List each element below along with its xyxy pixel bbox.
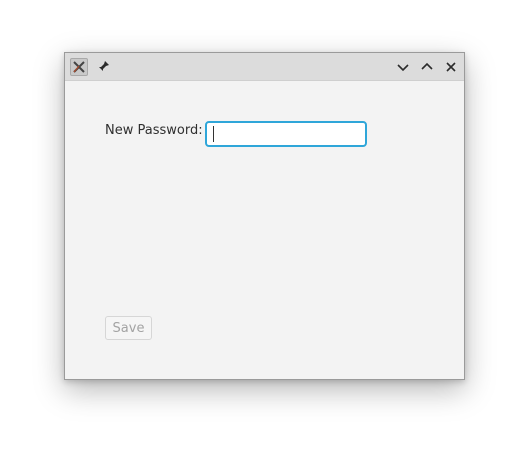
new-password-input[interactable] (205, 121, 367, 147)
maximize-button[interactable] (419, 59, 435, 75)
text-cursor (213, 126, 214, 142)
pin-icon[interactable] (95, 59, 111, 75)
app-x-icon[interactable] (70, 58, 88, 76)
password-dialog-window: New Password: Save (64, 52, 465, 380)
chevron-up-icon (421, 62, 433, 70)
chevron-down-icon (397, 64, 409, 72)
window-titlebar[interactable] (65, 53, 464, 81)
save-button[interactable]: Save (105, 316, 152, 340)
close-button[interactable] (443, 59, 459, 75)
new-password-label: New Password: (105, 123, 203, 138)
close-icon (446, 62, 456, 72)
minimize-button[interactable] (395, 59, 411, 75)
dialog-content: New Password: Save (65, 81, 464, 379)
app-x-glyph (73, 61, 85, 73)
